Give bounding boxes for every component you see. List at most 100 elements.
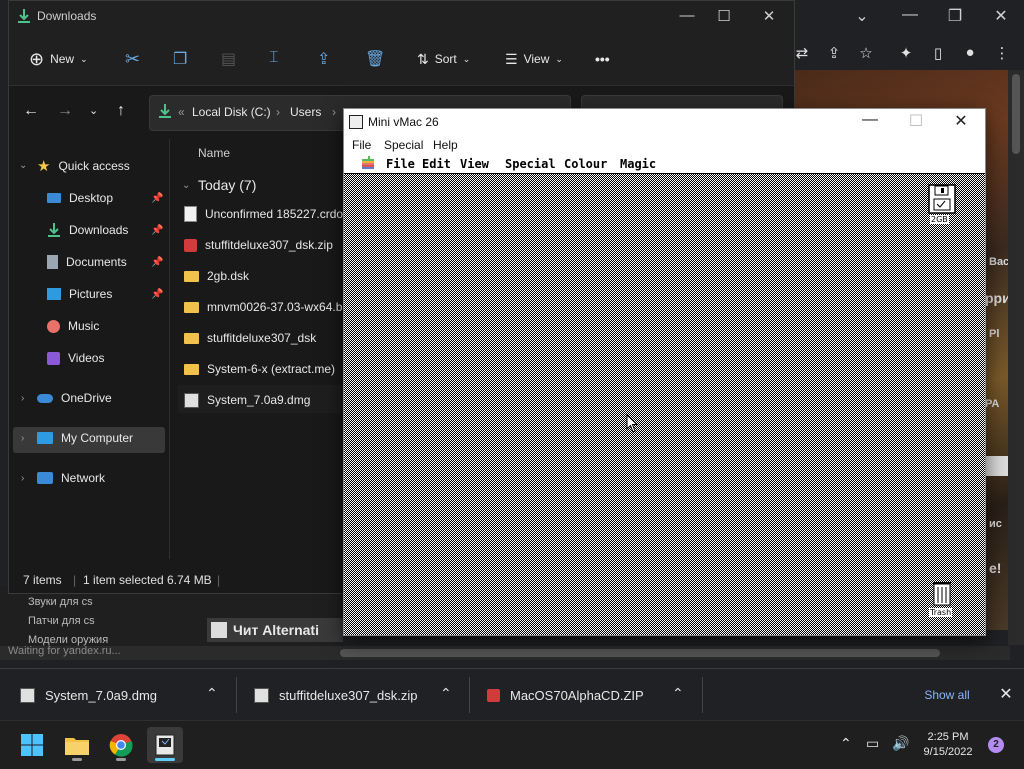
extensions-icon[interactable]: ✦ bbox=[896, 44, 916, 64]
group-header[interactable]: Today (7) bbox=[198, 177, 256, 193]
mac-menu-colour[interactable]: Colour bbox=[564, 157, 607, 171]
clock[interactable]: 2:25 PM 9/15/2022 bbox=[918, 730, 978, 760]
vmac-titlebar[interactable]: Mini vMac 26 — ☐ ✕ bbox=[344, 109, 985, 135]
menu-help[interactable]: Help bbox=[433, 138, 458, 152]
star-icon[interactable]: ☆ bbox=[856, 44, 876, 64]
close-button[interactable]: ✕ bbox=[949, 111, 973, 131]
nav-onedrive[interactable]: OneDrive bbox=[37, 385, 112, 411]
file-row[interactable]: System-6-x (extract.me) bbox=[184, 356, 335, 382]
menu-special[interactable]: Special bbox=[384, 138, 423, 152]
delete-icon[interactable]: 🗑 bbox=[365, 49, 387, 71]
notification-badge[interactable]: 2 bbox=[988, 737, 1004, 753]
chevron-up-icon[interactable]: ⌃ bbox=[840, 735, 852, 752]
apple-icon[interactable] bbox=[362, 156, 374, 170]
share-icon[interactable]: ⇪ bbox=[824, 44, 844, 64]
start-button[interactable] bbox=[14, 727, 50, 763]
nav-my-computer[interactable]: My Computer bbox=[37, 425, 133, 451]
mac-menu-edit[interactable]: Edit bbox=[422, 157, 451, 171]
sidebar-icon[interactable]: ▯ bbox=[928, 44, 948, 64]
show-all-button[interactable]: Show all bbox=[916, 683, 978, 707]
scroll-thumb[interactable] bbox=[340, 649, 940, 657]
maximize-button[interactable]: ☐ bbox=[713, 7, 735, 25]
nav-quick-access[interactable]: ★ Quick access bbox=[37, 153, 130, 179]
expand-chevron-icon[interactable]: › bbox=[21, 433, 24, 444]
mac-menu-magic[interactable]: Magic bbox=[620, 157, 656, 171]
share-icon[interactable]: ⇪ bbox=[317, 49, 339, 71]
chrome-close-button[interactable]: ✕ bbox=[991, 6, 1011, 25]
close-button[interactable]: ✕ bbox=[758, 7, 780, 25]
expand-chevron-icon[interactable]: ⌄ bbox=[19, 160, 27, 171]
minimize-button[interactable]: — bbox=[676, 7, 698, 24]
scroll-thumb[interactable] bbox=[1012, 74, 1020, 154]
network-icon[interactable]: ▭ bbox=[866, 735, 879, 752]
minimize-button[interactable]: — bbox=[858, 111, 882, 129]
nav-item-documents[interactable]: Documents bbox=[47, 249, 127, 275]
file-row-selected[interactable]: System_7.0a9.dmg bbox=[184, 387, 310, 413]
pane-divider[interactable] bbox=[169, 139, 170, 559]
chrome-chevron-icon[interactable]: ⌄ bbox=[852, 6, 872, 25]
up-arrow-icon[interactable]: ↑ bbox=[117, 102, 125, 120]
cut-icon[interactable]: ✂ bbox=[125, 49, 147, 71]
translate-icon[interactable]: ⇄ bbox=[792, 44, 812, 64]
view-button[interactable]: ☰ View ⌄ bbox=[505, 47, 563, 71]
chevron-up-icon[interactable]: ⌃ bbox=[206, 685, 218, 702]
sort-button[interactable]: ⇅ Sort ⌄ bbox=[417, 47, 470, 71]
chrome-minimize-button[interactable]: — bbox=[900, 6, 920, 24]
pin-icon[interactable]: 📌 bbox=[151, 289, 163, 300]
file-row[interactable]: mnvm0026-37.03-wx64.bin bbox=[184, 294, 352, 320]
download-item[interactable]: stuffitdeluxe307_dsk.zip bbox=[254, 669, 418, 721]
collapse-chevron-icon[interactable]: ⌄ bbox=[182, 180, 190, 191]
mac-menu-view[interactable]: View bbox=[460, 157, 489, 171]
download-filename: stuffitdeluxe307_dsk.zip bbox=[279, 687, 418, 703]
expand-chevron-icon[interactable]: › bbox=[21, 473, 24, 484]
pin-icon[interactable]: 📌 bbox=[151, 225, 163, 236]
profile-icon[interactable]: ● bbox=[960, 44, 980, 64]
nav-network[interactable]: Network bbox=[37, 465, 105, 491]
chevron-up-icon[interactable]: ⌃ bbox=[440, 685, 452, 702]
chrome-restore-button[interactable]: ❐ bbox=[945, 6, 965, 25]
breadcrumb-item[interactable]: Users bbox=[290, 105, 321, 119]
breadcrumb-item[interactable]: Local Disk (C:) bbox=[192, 105, 271, 119]
close-shelf-button[interactable]: ✕ bbox=[996, 683, 1016, 707]
mac-menu-special[interactable]: Special bbox=[505, 157, 556, 171]
recent-chevron-icon[interactable]: ⌄ bbox=[89, 104, 98, 117]
nav-item-desktop[interactable]: Desktop bbox=[47, 185, 113, 211]
mac-desktop[interactable]: 2GB Trash bbox=[344, 174, 985, 635]
download-item[interactable]: System_7.0a9.dmg bbox=[20, 669, 157, 721]
pin-icon[interactable]: 📌 bbox=[151, 257, 163, 268]
more-button[interactable]: ••• bbox=[595, 47, 610, 71]
rename-icon[interactable]: ⌶ bbox=[269, 49, 291, 71]
taskbar-explorer[interactable] bbox=[59, 727, 95, 763]
nav-item-downloads[interactable]: Downloads bbox=[47, 217, 128, 243]
new-button[interactable]: ⊕ New ⌄ bbox=[29, 47, 88, 71]
taskbar-mini-vmac[interactable] bbox=[147, 727, 183, 763]
file-row[interactable]: stuffitdeluxe307_dsk bbox=[184, 325, 316, 351]
taskbar-chrome[interactable] bbox=[103, 727, 139, 763]
mac-menu-file[interactable]: File bbox=[386, 157, 415, 171]
pin-icon[interactable]: 📌 bbox=[151, 193, 163, 204]
paste-icon[interactable]: ▤ bbox=[221, 49, 243, 71]
nav-item-videos[interactable]: Videos bbox=[47, 345, 104, 371]
browser-vertical-scrollbar[interactable] bbox=[1008, 70, 1024, 645]
volume-icon[interactable]: 🔊 bbox=[892, 735, 909, 752]
menu-icon[interactable]: ⋮ bbox=[992, 44, 1012, 64]
back-arrow-icon[interactable]: ← bbox=[23, 102, 39, 120]
expand-chevron-icon[interactable]: › bbox=[21, 393, 24, 404]
forward-arrow-icon[interactable]: → bbox=[57, 102, 73, 120]
disk-icon[interactable] bbox=[928, 184, 956, 214]
file-row[interactable]: stuffitdeluxe307_dsk.zip bbox=[184, 232, 333, 258]
download-item[interactable]: MacOS70AlphaCD.ZIP bbox=[487, 669, 644, 721]
file-row[interactable]: 2gb.dsk bbox=[184, 263, 249, 289]
page-link[interactable]: Звуки для cs bbox=[28, 596, 93, 608]
nav-item-pictures[interactable]: Pictures bbox=[47, 281, 112, 307]
column-header-name[interactable]: Name bbox=[198, 146, 230, 160]
chevron-up-icon[interactable]: ⌃ bbox=[672, 685, 684, 702]
explorer-titlebar[interactable]: Downloads — ☐ ✕ bbox=[9, 1, 794, 33]
nav-item-music[interactable]: Music bbox=[47, 313, 99, 339]
maximize-button[interactable]: ☐ bbox=[904, 111, 928, 131]
copy-icon[interactable]: ❐ bbox=[173, 49, 195, 71]
menu-file[interactable]: File bbox=[352, 138, 371, 152]
page-snippet: Pl bbox=[989, 328, 1000, 340]
page-link[interactable]: Патчи для cs bbox=[28, 615, 95, 627]
trash-icon[interactable] bbox=[932, 580, 952, 606]
